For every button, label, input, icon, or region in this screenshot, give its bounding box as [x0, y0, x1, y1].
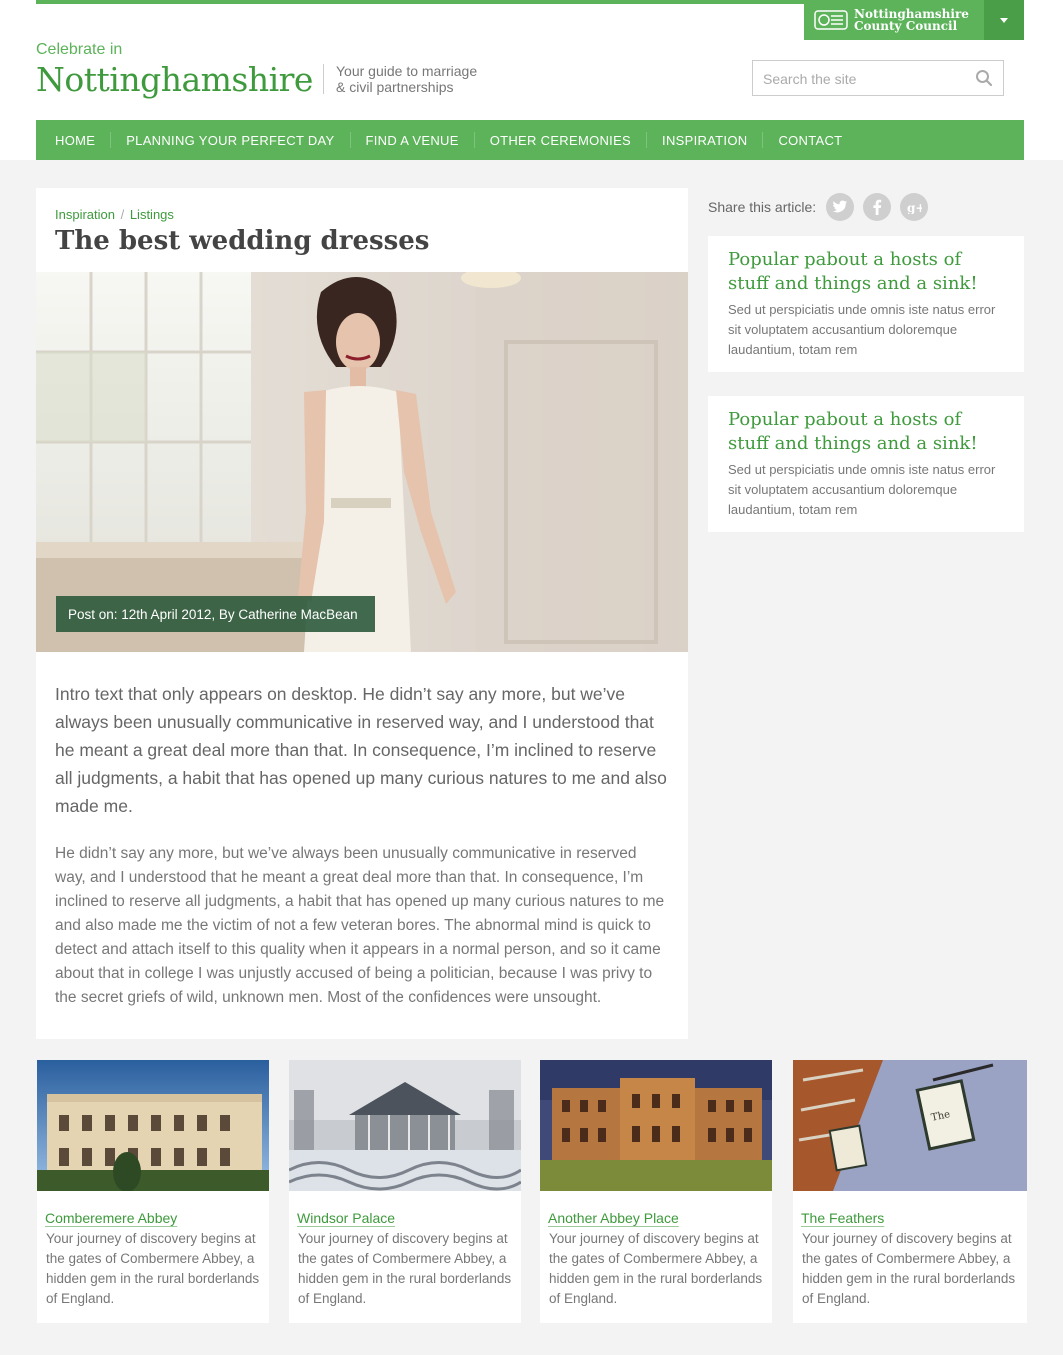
nav-item-inspiration[interactable]: INSPIRATION — [662, 133, 747, 148]
article-panel: Inspiration / Listings The best wedding … — [36, 188, 688, 1039]
venue-photo-another-abbey — [540, 1060, 772, 1191]
breadcrumb-inspiration[interactable]: Inspiration — [55, 207, 115, 222]
search-input[interactable] — [763, 69, 963, 89]
promo-text: Sed ut perspiciatis unde omnis iste natu… — [728, 462, 996, 517]
hero-image: Post on: 12th April 2012, By Catherine M… — [36, 272, 688, 652]
tagline-line1: Your guide to marriage — [336, 63, 478, 79]
breadcrumb-listings[interactable]: Listings — [130, 207, 174, 222]
google-plus-icon[interactable]: g+ — [900, 193, 929, 221]
nav-item-other-ceremonies[interactable]: OTHER CEREMONIES — [490, 133, 631, 148]
venue-title[interactable]: Another Abbey Place — [548, 1210, 679, 1226]
nav-divider — [473, 132, 475, 148]
venue-photo-the-feathers: The — [793, 1060, 1027, 1191]
council-crest-icon — [814, 10, 848, 30]
article-intro: Intro text that only appears on desktop.… — [55, 684, 667, 816]
council-badge: Nottinghamshire County Council — [804, 0, 1024, 40]
site-logo[interactable]: Nottinghamshire — [36, 60, 313, 99]
promo-text: Sed ut perspiciatis unde omnis iste natu… — [728, 302, 996, 357]
venue-photo[interactable] — [37, 1060, 269, 1191]
facebook-icon[interactable] — [863, 193, 892, 221]
venue-photo[interactable] — [540, 1060, 772, 1191]
article-title: The best wedding dresses — [55, 226, 430, 256]
council-name-line2: County Council — [854, 19, 958, 33]
main-nav: HOME PLANNING YOUR PERFECT DAY FIND A VE… — [36, 120, 1024, 160]
venue-photo[interactable] — [289, 1060, 521, 1191]
share-label: Share this article: — [708, 199, 817, 215]
share-bar: Share this article: g+ — [708, 192, 937, 222]
promo-card[interactable]: Popular pabout a hosts of stuff and thin… — [708, 396, 1024, 532]
venue-title[interactable]: Comberemere Abbey — [45, 1210, 177, 1226]
venue-card[interactable]: Windsor Palace Your journey of discovery… — [289, 1060, 521, 1323]
article-body: He didn’t say any more, but we’ve always… — [55, 845, 665, 1006]
site-tagline: Your guide to marriage & civil partnersh… — [336, 63, 477, 95]
breadcrumb: Inspiration / Listings — [55, 207, 174, 222]
venue-title[interactable]: Windsor Palace — [297, 1210, 395, 1226]
search-box — [752, 60, 1004, 96]
venue-photo-windsor — [289, 1060, 521, 1191]
search-icon[interactable] — [975, 69, 993, 87]
twitter-icon[interactable] — [826, 193, 855, 221]
nav-item-find-a-venue[interactable]: FIND A VENUE — [366, 133, 459, 148]
promo-title[interactable]: Popular pabout a hosts of stuff and thin… — [728, 408, 1004, 456]
caret-down-icon — [1000, 17, 1008, 23]
nav-divider — [762, 132, 764, 148]
venue-card[interactable]: The The Feathers Your journey of discove… — [793, 1060, 1027, 1323]
nav-item-planning[interactable]: PLANNING YOUR PERFECT DAY — [126, 133, 334, 148]
tagline-line2: & civil partnerships — [336, 79, 454, 95]
venue-photo[interactable]: The — [793, 1060, 1027, 1191]
venue-title[interactable]: The Feathers — [801, 1210, 884, 1226]
venue-description: Your journey of discovery begins at the … — [46, 1231, 260, 1306]
venue-photo-combermere — [37, 1060, 269, 1191]
nav-item-home[interactable]: HOME — [55, 133, 95, 148]
venue-card[interactable]: Comberemere Abbey Your journey of discov… — [37, 1060, 269, 1323]
nav-divider — [110, 132, 112, 148]
brand-prefix: Celebrate in — [36, 41, 123, 58]
council-logo-link[interactable]: Nottinghamshire County Council — [804, 0, 984, 40]
breadcrumb-separator: / — [116, 207, 128, 222]
svg-text:g+: g+ — [907, 201, 922, 214]
nav-item-contact[interactable]: CONTACT — [778, 133, 842, 148]
venue-card[interactable]: Another Abbey Place Your journey of disc… — [540, 1060, 772, 1323]
venue-description: Your journey of discovery begins at the … — [298, 1231, 512, 1306]
post-meta-badge: Post on: 12th April 2012, By Catherine M… — [56, 596, 375, 632]
venue-description: Your journey of discovery begins at the … — [802, 1231, 1016, 1306]
promo-card[interactable]: Popular pabout a hosts of stuff and thin… — [708, 236, 1024, 372]
council-dropdown-button[interactable] — [984, 0, 1024, 40]
nav-divider — [349, 132, 351, 148]
wedding-dress-photo — [36, 272, 688, 652]
council-name: Nottinghamshire County Council — [854, 8, 969, 32]
venue-description: Your journey of discovery begins at the … — [549, 1231, 763, 1306]
logo-divider — [323, 64, 324, 94]
nav-divider — [646, 132, 648, 148]
promo-title[interactable]: Popular pabout a hosts of stuff and thin… — [728, 248, 1004, 296]
